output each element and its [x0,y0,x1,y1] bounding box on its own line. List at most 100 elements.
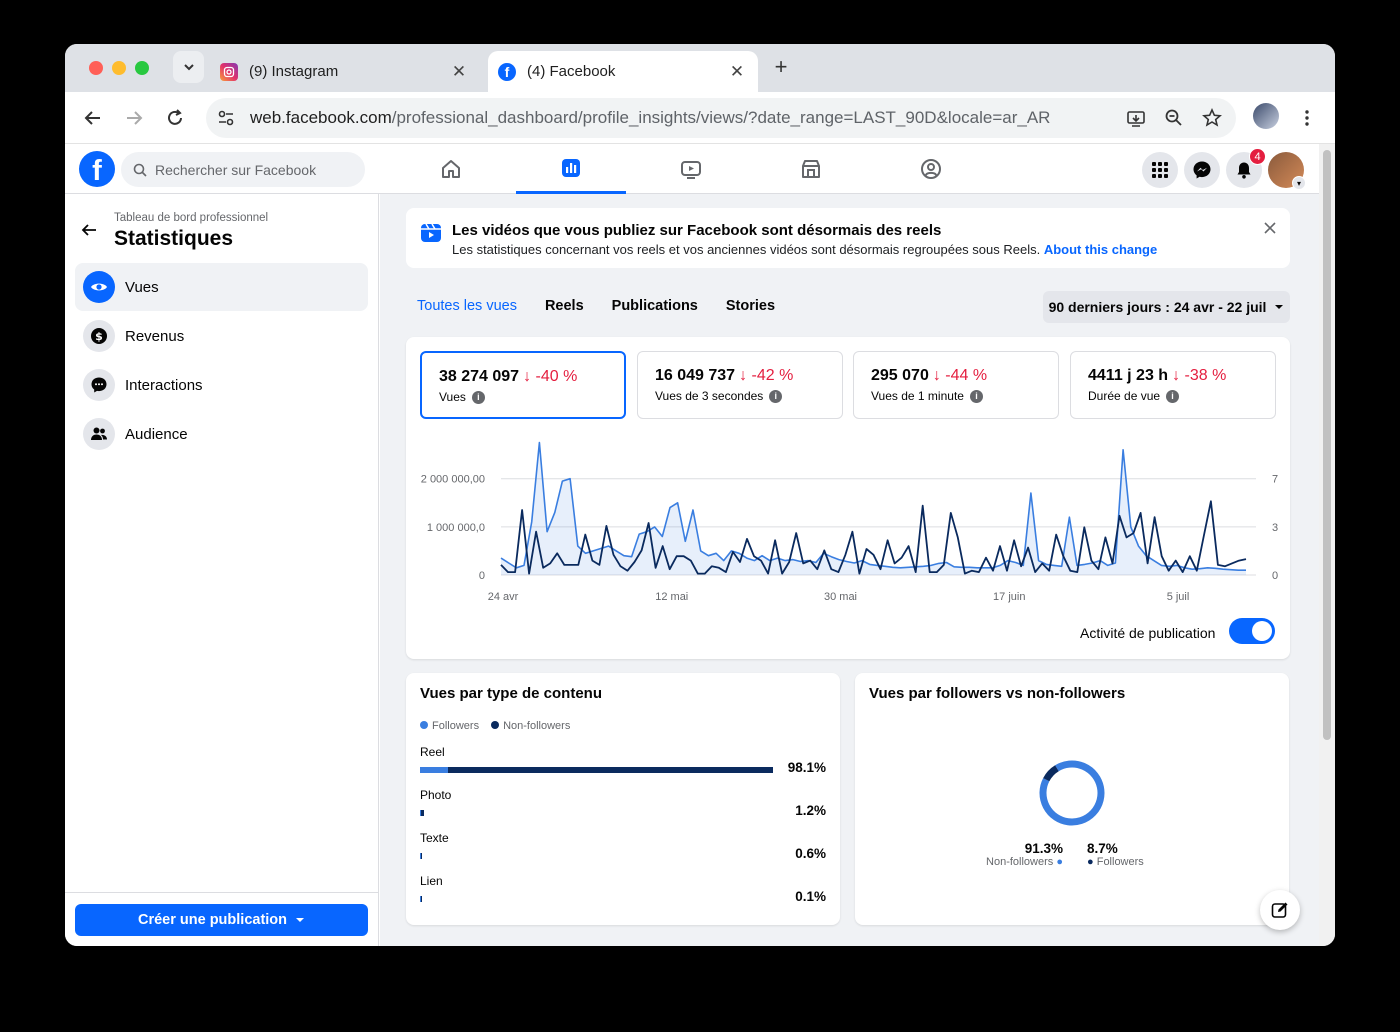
x-tick-label: 30 mai [824,591,857,603]
sidebar: Tableau de bord professionnel Statistiqu… [65,194,379,946]
banner-body: Les statistiques concernant vos reels et… [452,242,1041,257]
toggle-label: Activité de publication [1080,625,1216,641]
info-icon[interactable]: i [769,389,783,403]
create-post-label: Créer une publication [137,912,288,928]
close-window-button[interactable] [89,61,103,75]
metric-3s-views[interactable]: 16 049 737 ↓ -42 % Vues de 3 secondes i [637,351,843,419]
donut-slice [1043,765,1059,782]
sidebar-item-revenus[interactable]: $ Revenus [75,312,368,360]
close-icon[interactable] [1260,218,1280,238]
chevron-down-icon: ▾ [1292,176,1306,190]
content-type-percent: 0.6% [795,846,826,861]
legend-label: Non-followers [503,720,571,732]
address-bar[interactable]: web.facebook.com/professional_dashboard/… [206,98,1236,138]
metric-views[interactable]: 38 274 097 ↓ -40 % Vues i [420,351,626,419]
eye-icon [83,271,115,303]
sidebar-item-audience[interactable]: Audience [75,410,368,458]
sidebar-item-interactions[interactable]: Interactions [75,361,368,409]
info-icon[interactable]: i [1166,389,1180,403]
nav-dashboard[interactable] [516,144,626,194]
tab-search-button[interactable] [173,51,204,83]
publishing-activity-toggle[interactable] [1229,618,1275,644]
browser-profile-avatar[interactable] [1253,103,1279,129]
back-arrow-icon[interactable] [77,218,101,242]
sidebar-item-vues[interactable]: Vues [75,263,368,311]
metric-label: Durée de vue [1088,389,1161,403]
content-type-percent: 1.2% [795,803,826,818]
chart-legend: Followers Non-followers [420,720,570,732]
legend-item: Followers [420,720,479,732]
nav-home[interactable] [396,144,506,194]
x-tick-label: 24 avr [488,591,519,603]
store-icon [802,160,820,178]
page-scrollbar[interactable] [1319,144,1335,946]
notifications-button[interactable]: 4 [1226,148,1266,188]
x-tick-label: 17 juin [993,591,1025,603]
metric-1m-views[interactable]: 295 070 ↓ -44 % Vues de 1 minute i [853,351,1059,419]
slice-name: Followers [1096,856,1144,868]
legend-dot [420,721,428,729]
legend-dot: ● [1056,856,1063,868]
tab-instagram[interactable]: (9) Instagram ✕ [210,51,480,92]
tab-title: (4) Facebook [527,63,616,80]
compose-button[interactable] [1260,890,1300,930]
back-button[interactable] [79,104,107,132]
close-icon[interactable]: ✕ [726,61,748,83]
nav-marketplace[interactable] [756,144,866,194]
account-avatar[interactable]: ▾ [1268,152,1306,190]
site-settings-icon[interactable] [208,100,244,136]
tab-all-views[interactable]: Toutes les vues [417,298,517,314]
legend-label: Followers [432,720,480,732]
tab-facebook[interactable]: f (4) Facebook ✕ [488,51,758,92]
facebook-header: f Rechercher sur Facebook 4 ▾ [65,144,1319,194]
slice-percent: 8.7% [1087,841,1118,856]
messenger-button[interactable] [1184,152,1220,188]
x-tick-label: 5 juil [1167,591,1190,603]
nav-profile[interactable] [876,144,986,194]
info-icon[interactable]: i [969,389,983,403]
card-title: Vues par type de contenu [420,685,602,702]
reload-button[interactable] [161,104,189,132]
minimize-window-button[interactable] [112,61,126,75]
y-right-tick-label: 0 [1272,570,1278,582]
content-type-percent: 98.1% [787,760,826,775]
nav-video[interactable] [636,144,746,194]
bookmark-star-icon[interactable] [1200,106,1224,130]
more-vertical-icon[interactable] [1297,106,1317,130]
install-app-icon[interactable] [1124,106,1148,130]
content-type-label: Lien [420,874,443,888]
caret-down-icon [296,918,305,922]
toggle-knob [1252,621,1272,641]
tab-reels[interactable]: Reels [545,298,584,314]
sidebar-item-label: Vues [125,278,159,296]
maximize-window-button[interactable] [135,61,149,75]
bar-segment-non-followers [421,810,425,816]
content-type-label: Reel [420,745,445,759]
content-tabs: Toutes les vues Reels Publications Stori… [417,298,775,314]
tab-bar: (9) Instagram ✕ f (4) Facebook ✕ + [65,44,1335,92]
forward-button[interactable] [120,104,148,132]
menu-grid-button[interactable] [1142,152,1178,188]
create-post-button[interactable]: Créer une publication [75,904,368,936]
legend-dot: ● [1087,856,1094,868]
search-input[interactable]: Rechercher sur Facebook [121,152,365,187]
search-placeholder: Rechercher sur Facebook [155,161,317,178]
sidebar-subtitle: Tableau de bord professionnel [114,212,269,224]
scrollbar-thumb[interactable] [1323,150,1331,740]
tab-stories[interactable]: Stories [726,298,775,314]
close-icon[interactable]: ✕ [448,61,470,83]
url-text: web.facebook.com/professional_dashboard/… [250,108,1050,128]
metric-watch-time[interactable]: 4411 j 23 h ↓ -38 % Durée de vue i [1070,351,1276,419]
date-range-dropdown[interactable]: 90 derniers jours : 24 avr - 22 juil [1043,291,1290,323]
main-content: Les vidéos que vous publiez sur Facebook… [380,194,1319,946]
home-icon [442,160,460,178]
reels-icon [421,223,441,242]
about-change-link[interactable]: About this change [1044,242,1157,257]
tab-publications[interactable]: Publications [612,298,698,314]
zoom-icon[interactable] [1162,106,1186,130]
facebook-logo-icon[interactable]: f [79,151,115,187]
content-type-bar [420,853,423,859]
info-icon[interactable]: i [471,390,485,404]
facebook-icon: f [498,62,516,81]
new-tab-button[interactable]: + [769,56,793,80]
